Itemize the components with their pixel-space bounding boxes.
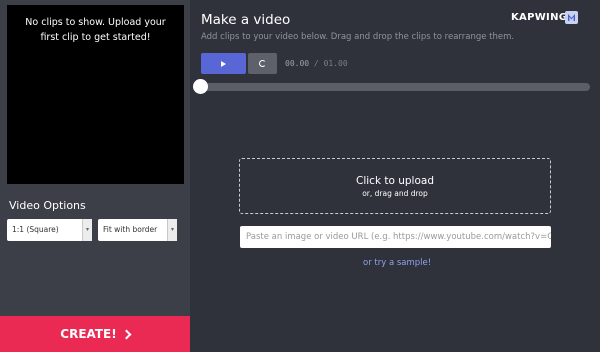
aspect-ratio-select[interactable]: 1:1 (Square) ▾: [7, 219, 92, 241]
media-url-input[interactable]: [240, 226, 551, 248]
kapwing-logo-icon: [565, 11, 578, 24]
page-title: Make a video: [201, 12, 291, 28]
fit-mode-select[interactable]: Fit with border ▾: [98, 219, 177, 241]
brand-name: KAPWING: [511, 12, 568, 23]
time-total: 01.00: [323, 59, 348, 68]
page-subtitle: Add clips to your video below. Drag and …: [201, 32, 515, 42]
time-readout: 00.00 / 01.00: [285, 59, 348, 68]
chevron-down-icon: ▾: [167, 219, 177, 241]
time-separator: /: [313, 59, 319, 68]
create-button[interactable]: CREATE!: [0, 316, 190, 352]
create-label: CREATE!: [60, 327, 117, 341]
play-icon: [221, 60, 226, 67]
preview-message: No clips to show. Upload your first clip…: [25, 17, 166, 43]
reset-button[interactable]: [248, 53, 277, 74]
sidebar: No clips to show. Upload your first clip…: [0, 0, 190, 352]
video-preview: No clips to show. Upload your first clip…: [7, 5, 184, 184]
timeline-scrubber[interactable]: [193, 79, 208, 94]
try-sample-link[interactable]: or try a sample!: [363, 258, 431, 268]
upload-dropzone[interactable]: Click to upload or, drag and drop: [239, 158, 551, 214]
aspect-ratio-value: 1:1 (Square): [12, 225, 59, 234]
upload-subtitle: or, drag and drop: [362, 189, 428, 198]
chevron-down-icon: ▾: [82, 219, 92, 241]
video-options-title: Video Options: [9, 199, 86, 212]
reset-icon: [259, 60, 266, 67]
chevron-right-icon: [121, 329, 132, 339]
play-button[interactable]: [201, 53, 246, 74]
fit-mode-value: Fit with border: [103, 225, 158, 234]
upload-title: Click to upload: [356, 175, 434, 187]
time-current: 00.00: [285, 59, 310, 68]
timeline-track[interactable]: [200, 83, 590, 91]
